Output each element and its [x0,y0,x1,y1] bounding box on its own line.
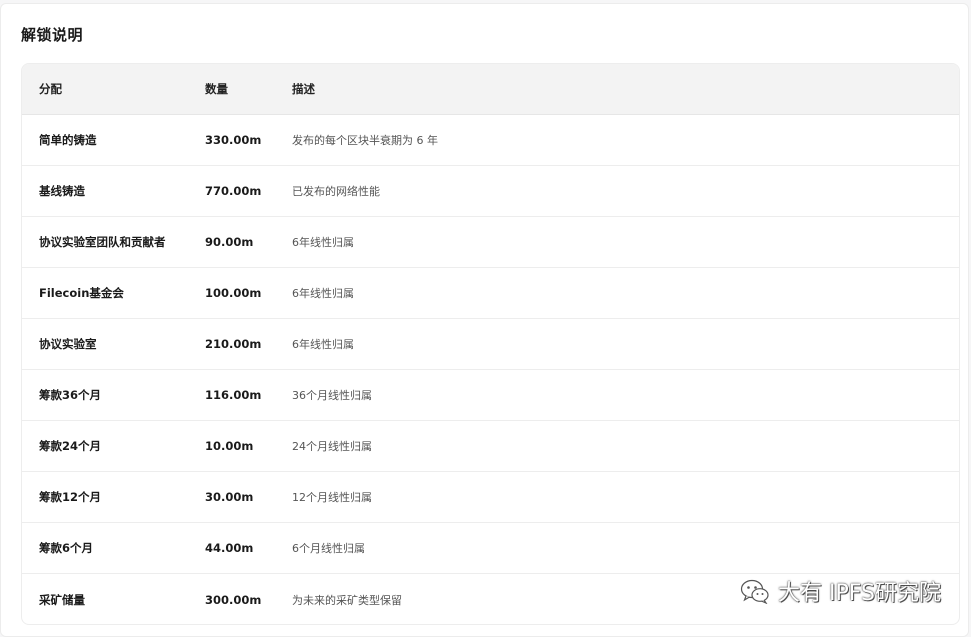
row-description: 6年线性归属 [292,338,354,351]
table-row: 筹款12个月 30.00m 12个月线性归属 [22,472,959,523]
table-row: 协议实验室团队和贡献者 90.00m 6年线性归属 [22,217,959,268]
row-allocation: 筹款24个月 [39,439,102,453]
row-allocation: 筹款6个月 [39,541,94,555]
row-description: 已发布的网络性能 [292,185,380,198]
row-allocation: 筹款36个月 [39,388,102,402]
row-allocation: Filecoin基金会 [39,286,124,300]
row-quantity: 100.00m [205,286,262,300]
row-description: 6年线性归属 [292,287,354,300]
row-allocation: 基线铸造 [39,184,85,198]
row-description: 6个月线性归属 [292,542,365,555]
table-header: 分配 数量 描述 [22,64,959,115]
header-allocation: 分配 [39,82,62,96]
table-row: 筹款6个月 44.00m 6个月线性归属 [22,523,959,574]
table-row: 筹款36个月 116.00m 36个月线性归属 [22,370,959,421]
header-quantity: 数量 [205,82,228,96]
row-quantity: 30.00m [205,490,254,504]
unlock-table: 分配 数量 描述 简单的铸造 330.00m 发布的每个区块半衰期为 6 年 基… [21,63,960,625]
row-quantity: 116.00m [205,388,262,402]
row-description: 36个月线性归属 [292,389,372,402]
row-quantity: 44.00m [205,541,254,555]
row-description: 6年线性归属 [292,236,354,249]
row-quantity: 770.00m [205,184,262,198]
row-description: 发布的每个区块半衰期为 6 年 [292,134,438,147]
row-allocation: 简单的铸造 [39,133,97,147]
unlock-panel: 解锁说明 分配 数量 描述 简单的铸造 330.00m 发布的每个区块半衰期为 … [0,3,969,637]
row-description: 12个月线性归属 [292,491,372,504]
table-row: Filecoin基金会 100.00m 6年线性归属 [22,268,959,319]
wechat-icon [740,579,769,604]
row-description: 24个月线性归属 [292,440,372,453]
watermark-text: 大有 IPFS研究院 [778,581,941,606]
row-allocation: 筹款12个月 [39,490,102,504]
row-description: 为未来的采矿类型保留 [292,593,402,607]
table-row: 简单的铸造 330.00m 发布的每个区块半衰期为 6 年 [22,115,959,166]
row-quantity: 90.00m [205,235,254,249]
row-quantity: 330.00m [205,133,262,147]
row-quantity: 210.00m [205,337,262,351]
row-allocation: 协议实验室 [39,337,97,351]
watermark: 大有 IPFS研究院 [740,575,941,607]
row-allocation: 协议实验室团队和贡献者 [39,235,166,249]
table-row: 协议实验室 210.00m 6年线性归属 [22,319,959,370]
section-title: 解锁说明 [21,26,84,44]
header-description: 描述 [292,82,315,96]
table-row: 基线铸造 770.00m 已发布的网络性能 [22,166,959,217]
row-quantity: 10.00m [205,439,254,453]
table-row: 筹款24个月 10.00m 24个月线性归属 [22,421,959,472]
row-allocation: 采矿储量 [39,592,85,607]
row-quantity: 300.00m [205,592,262,607]
